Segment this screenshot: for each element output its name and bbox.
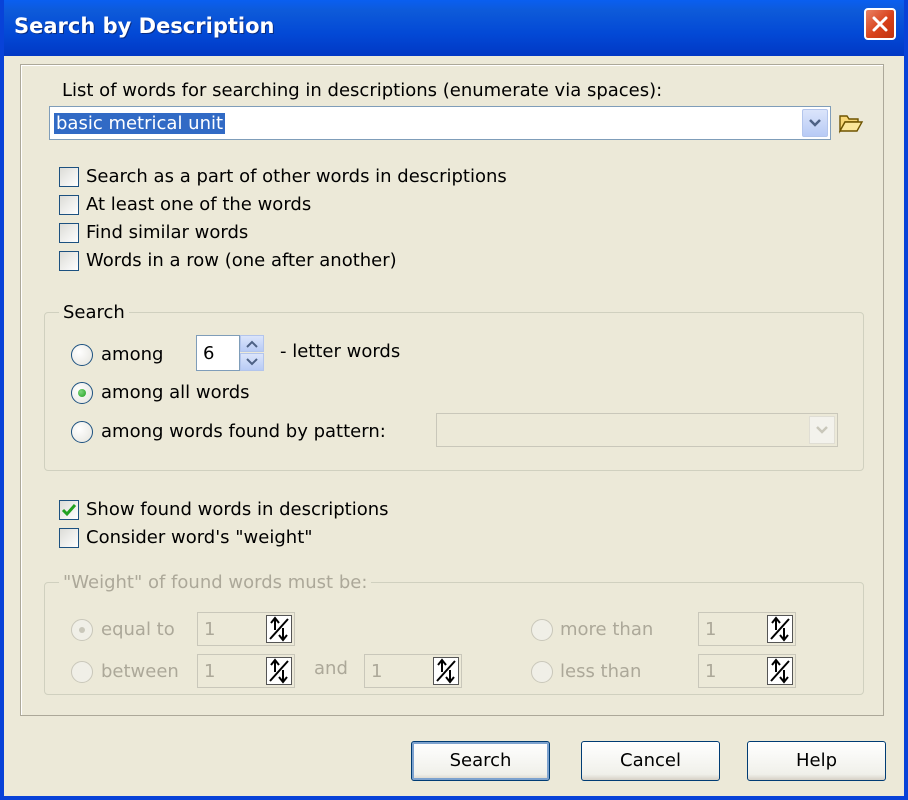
spin-arrows-icon [269,658,289,684]
between-label: between [101,661,179,682]
letter-count-value: 6 [203,343,215,364]
search-dialog: Search by Description List of words for … [0,0,908,800]
open-file-button[interactable] [838,112,864,139]
equal-to-field: 1 [197,612,295,646]
folder-open-icon [838,115,864,134]
equal-to-spin-button [266,615,292,643]
help-button[interactable]: Help [747,741,886,781]
more-than-value: 1 [705,619,717,640]
words-combobox[interactable]: basic metrical unit [49,106,831,140]
search-button[interactable]: Search [411,741,550,781]
all-words-label: among all words [101,382,250,403]
pattern-label: among words found by pattern: [101,421,386,442]
equal-to-label: equal to [101,619,175,640]
less-than-spin-button [767,657,793,685]
radio-less-than [531,661,553,683]
less-than-label: less than [560,661,642,682]
consider-weight-checkbox[interactable] [59,528,79,548]
option-label-similar: Find similar words [86,222,249,243]
chevron-down-icon [816,426,828,434]
radio-among-letter-words[interactable] [71,344,93,366]
between-to-spin-button [433,657,459,685]
show-found-checkbox[interactable] [59,500,79,520]
show-found-label: Show found words in descriptions [86,499,389,520]
radio-equal-to [71,619,93,641]
radio-among-pattern-words[interactable] [71,421,93,443]
option-checkbox-similar[interactable] [59,223,79,243]
words-value[interactable]: basic metrical unit [54,113,226,134]
option-checkbox-partial[interactable] [59,167,79,187]
among-label: among [101,344,164,365]
checkmark-icon [61,504,77,517]
search-group-legend: Search [59,302,129,323]
title-bar[interactable]: Search by Description [4,0,904,56]
between-from-spin-button [266,657,292,685]
more-than-label: more than [560,619,654,640]
less-than-field: 1 [698,654,796,688]
spin-arrows-icon [770,658,790,684]
letter-count-stepper[interactable]: 6 [196,335,266,371]
close-icon [872,16,888,32]
window-title: Search by Description [14,14,275,38]
chevron-down-icon [809,119,821,127]
more-than-field: 1 [698,612,796,646]
radio-more-than [531,619,553,641]
radio-selected-dot [78,389,86,397]
words-label: List of words for searching in descripti… [62,80,663,101]
arrow-down-icon [246,358,258,366]
between-to-field: 1 [364,654,462,688]
equal-to-value: 1 [204,619,216,640]
between-from-field: 1 [197,654,295,688]
option-label-in-a-row: Words in a row (one after another) [86,250,397,271]
between-to-value: 1 [371,661,383,682]
less-than-value: 1 [705,661,717,682]
more-than-spin-button [767,615,793,643]
radio-selected-dot [79,627,85,633]
cancel-button[interactable]: Cancel [581,741,720,781]
option-label-partial: Search as a part of other words in descr… [86,166,507,187]
between-from-value: 1 [204,661,216,682]
spin-arrows-icon [770,616,790,642]
weight-group-legend: "Weight" of found words must be: [59,572,372,593]
radio-between [71,661,93,683]
letter-count-up-button[interactable] [240,335,264,352]
words-dropdown-button[interactable] [802,109,828,137]
spin-arrows-icon [269,616,289,642]
and-label: and [314,658,348,679]
radio-among-all-words[interactable] [71,382,93,404]
pattern-combobox [436,413,838,447]
option-checkbox-in-a-row[interactable] [59,251,79,271]
letter-words-label: - letter words [280,341,401,362]
letter-count-input[interactable]: 6 [196,335,240,371]
option-label-at-least-one: At least one of the words [86,194,312,215]
spin-arrows-icon [436,658,456,684]
arrow-up-icon [246,340,258,348]
pattern-dropdown-button [809,416,835,444]
option-checkbox-at-least-one[interactable] [59,195,79,215]
consider-weight-label: Consider word's "weight" [86,527,313,548]
close-button[interactable] [864,8,896,40]
letter-count-down-button[interactable] [240,353,264,371]
